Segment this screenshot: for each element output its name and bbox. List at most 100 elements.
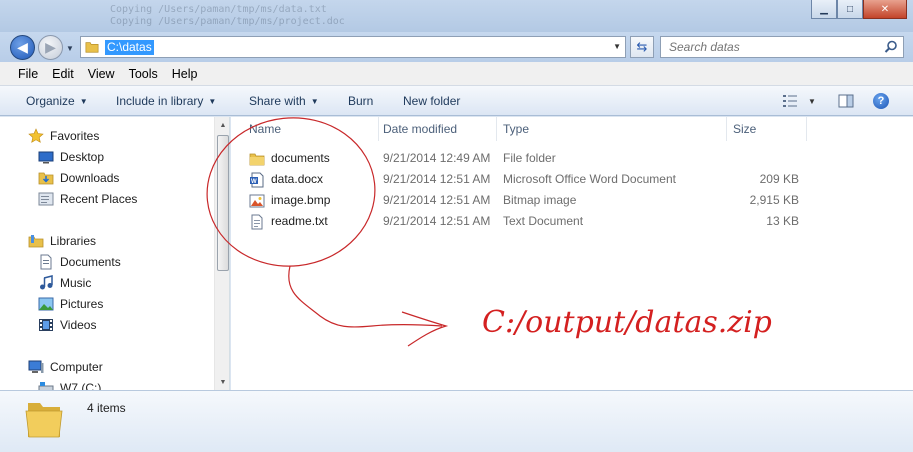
command-bar: Organize ▼ Include in library ▼ Share with… [0, 86, 913, 116]
nav-recent-places[interactable]: Recent Places [38, 191, 137, 207]
menu-edit[interactable]: Edit [52, 67, 74, 81]
new-folder-button[interactable]: New folder [403, 94, 460, 108]
file-name-label: readme.txt [271, 214, 328, 228]
scroll-down-icon[interactable]: ▼ [215, 374, 229, 390]
word-document-icon: W [250, 172, 264, 187]
change-view-icon[interactable] [782, 94, 798, 108]
folder-icon [85, 42, 99, 53]
scroll-thumb[interactable] [217, 135, 229, 271]
chevron-down-icon: ▼ [79, 97, 88, 106]
nav-libraries[interactable]: Libraries [28, 233, 96, 249]
menu-bar: File Edit View Tools Help [0, 62, 913, 86]
file-row[interactable]: documents 9/21/2014 12:49 AM File folder [231, 148, 913, 169]
nav-drive-c[interactable]: W7 (C:) [38, 380, 101, 390]
organize-button[interactable]: Organize ▼ [26, 94, 88, 108]
file-type: Bitmap image [503, 193, 577, 207]
nav-pictures[interactable]: Pictures [38, 296, 103, 312]
share-with-button[interactable]: Share with ▼ [249, 94, 319, 108]
file-name[interactable]: image.bmp [249, 190, 330, 211]
details-pane: 4 items [0, 390, 913, 452]
background-console-text: Copying /Users/paman/tmp/ms/data.txt Cop… [110, 4, 530, 34]
file-name[interactable]: W data.docx [249, 169, 323, 190]
forward-arrow-icon: ▶ [45, 39, 56, 55]
column-header-type[interactable]: Type [497, 117, 727, 141]
column-header-size[interactable]: Size [727, 117, 807, 141]
file-name[interactable]: documents [249, 148, 330, 169]
back-button[interactable]: ◀ [10, 35, 35, 60]
computer-icon [28, 360, 44, 373]
address-bar[interactable]: C:\datas ▼ [80, 36, 626, 58]
scroll-up-icon[interactable]: ▲ [215, 117, 229, 133]
navigation-scrollbar[interactable]: ▲ ▼ [214, 117, 229, 390]
music-icon [40, 275, 53, 290]
nav-music-label: Music [60, 276, 92, 290]
nav-pictures-label: Pictures [60, 297, 104, 311]
menu-help[interactable]: Help [172, 67, 198, 81]
console-line: Copying /Users/paman/tmp/ms/project.doc [110, 16, 345, 27]
nav-favorites[interactable]: Favorites [28, 128, 99, 144]
file-name-label: data.docx [271, 172, 324, 186]
nav-music[interactable]: Music [38, 275, 91, 291]
include-in-library-button[interactable]: Include in library ▼ [116, 94, 216, 108]
close-button[interactable]: ✕ [863, 0, 907, 19]
burn-button[interactable]: Burn [348, 94, 373, 108]
file-name-label: image.bmp [271, 193, 331, 207]
downloads-icon [38, 172, 54, 185]
search-icon[interactable] [884, 40, 898, 54]
search-input[interactable] [669, 40, 869, 54]
refresh-icon: ⇆ [636, 39, 648, 54]
folder-icon [249, 153, 265, 165]
file-name[interactable]: readme.txt [249, 211, 328, 232]
search-box[interactable] [660, 36, 904, 58]
file-type: Microsoft Office Word Document [503, 172, 676, 186]
file-row[interactable]: image.bmp 9/21/2014 12:51 AM Bitmap imag… [231, 190, 913, 211]
libraries-icon [28, 235, 44, 248]
nav-desktop[interactable]: Desktop [38, 149, 104, 165]
include-in-library-label: Include in library [116, 94, 204, 108]
forward-button[interactable]: ▶ [38, 35, 63, 60]
column-header-name[interactable]: Name [243, 117, 379, 141]
pictures-icon [38, 297, 54, 311]
nav-computer-label: Computer [50, 360, 103, 374]
maximize-button[interactable]: □ [837, 0, 863, 19]
menu-view[interactable]: View [88, 67, 115, 81]
address-dropdown-icon[interactable]: ▼ [613, 42, 621, 51]
file-date: 9/21/2014 12:51 AM [383, 193, 491, 207]
file-date: 9/21/2014 12:51 AM [383, 214, 491, 228]
share-with-label: Share with [249, 94, 306, 108]
file-row[interactable]: W data.docx 9/21/2014 12:51 AM Microsoft… [231, 169, 913, 190]
drive-icon [38, 382, 54, 390]
file-type: Text Document [503, 214, 584, 228]
title-bar: Copying /Users/paman/tmp/ms/data.txt Cop… [0, 0, 913, 32]
recent-pages-dropdown[interactable]: ▼ [66, 44, 74, 53]
file-date: 9/21/2014 12:49 AM [383, 151, 491, 165]
menu-file[interactable]: File [18, 67, 38, 81]
nav-downloads[interactable]: Downloads [38, 170, 119, 186]
nav-computer[interactable]: Computer [28, 359, 103, 375]
folder-icon [25, 403, 63, 438]
nav-favorites-label: Favorites [50, 129, 100, 143]
desktop-icon [38, 151, 54, 164]
nav-documents[interactable]: Documents [38, 254, 121, 270]
nav-drive-c-label: W7 (C:) [60, 381, 102, 390]
bitmap-image-icon [249, 194, 265, 207]
nav-downloads-label: Downloads [60, 171, 120, 185]
menu-tools[interactable]: Tools [129, 67, 158, 81]
file-size: 209 KB [759, 172, 799, 186]
file-row[interactable]: readme.txt 9/21/2014 12:51 AM Text Docum… [231, 211, 913, 232]
star-icon [28, 128, 44, 143]
file-size: 2,915 KB [749, 193, 799, 207]
view-options-dropdown-icon[interactable]: ▼ [808, 97, 816, 106]
column-header-date-modified[interactable]: Date modified [377, 117, 497, 141]
refresh-button[interactable]: ⇆ [630, 36, 654, 58]
file-type: File folder [503, 151, 556, 165]
nav-videos[interactable]: Videos [38, 317, 96, 333]
address-path[interactable]: C:\datas [105, 40, 154, 55]
file-date: 9/21/2014 12:51 AM [383, 172, 491, 186]
navigation-pane: Favorites Desktop Downloads Recent Place… [0, 117, 230, 390]
help-icon[interactable]: ? [873, 93, 889, 109]
preview-pane-icon[interactable] [838, 94, 854, 108]
file-size: 13 KB [766, 214, 799, 228]
minimize-button[interactable]: ▁ [811, 0, 837, 19]
text-file-icon [251, 214, 263, 229]
